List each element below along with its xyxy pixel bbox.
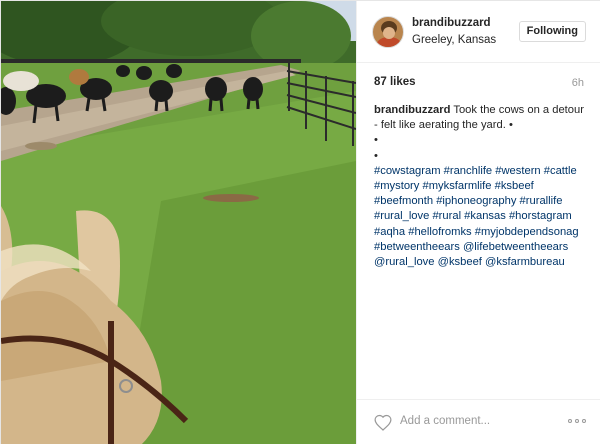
location-link[interactable]: Greeley, Kansas: [412, 34, 496, 46]
caption-line-2: •: [374, 134, 378, 147]
caption-line-1: - felt like aerating the yard. •: [374, 119, 513, 132]
heart-icon[interactable]: [374, 414, 392, 431]
following-button[interactable]: Following: [518, 21, 586, 42]
likes-count[interactable]: 87 likes: [374, 76, 416, 88]
post-photo[interactable]: [1, 1, 356, 444]
caption-line-0: brandibuzzard Took the cows on a detour: [374, 103, 589, 118]
hashtag-line-6[interactable]: #beefmonth #iphoneography #rurallife: [374, 194, 589, 209]
mention-line-10[interactable]: @rural_love @ksbeef @ksfarmbureau: [374, 255, 589, 270]
ranch-photo-illustration: [1, 1, 356, 444]
caption-text: Took the cows on a detour: [453, 104, 584, 116]
hashtag-line-9[interactable]: #betweentheears @lifebetweentheears: [374, 240, 589, 255]
caption-username-link[interactable]: brandibuzzard: [374, 104, 450, 116]
caption-line-3: •: [374, 149, 378, 162]
more-options-icon[interactable]: [568, 419, 586, 424]
username-link[interactable]: brandibuzzard: [412, 17, 491, 29]
post-header: brandibuzzard Greeley, Kansas Following: [357, 1, 600, 63]
hashtag-line-7[interactable]: #rural_love #rural #kansas #horstagram: [374, 209, 589, 224]
post-timestamp[interactable]: 6h: [572, 77, 584, 89]
post-caption: brandibuzzard Took the cows on a detour …: [374, 103, 589, 270]
comment-input[interactable]: Add a comment...: [400, 415, 490, 427]
avatar[interactable]: [372, 16, 404, 48]
post-sidebar: brandibuzzard Greeley, Kansas Following …: [356, 1, 600, 444]
hashtag-line-4[interactable]: #cowstagram #ranchlife #western #cattle: [374, 164, 589, 179]
instagram-post: brandibuzzard Greeley, Kansas Following …: [0, 0, 600, 444]
hashtag-line-5[interactable]: #mystory #myksfarmlife #ksbeef: [374, 179, 589, 194]
hashtag-line-8[interactable]: #aqha #hellofromks #myjobdependsonag: [374, 225, 589, 240]
comment-bar: Add a comment...: [357, 399, 600, 444]
